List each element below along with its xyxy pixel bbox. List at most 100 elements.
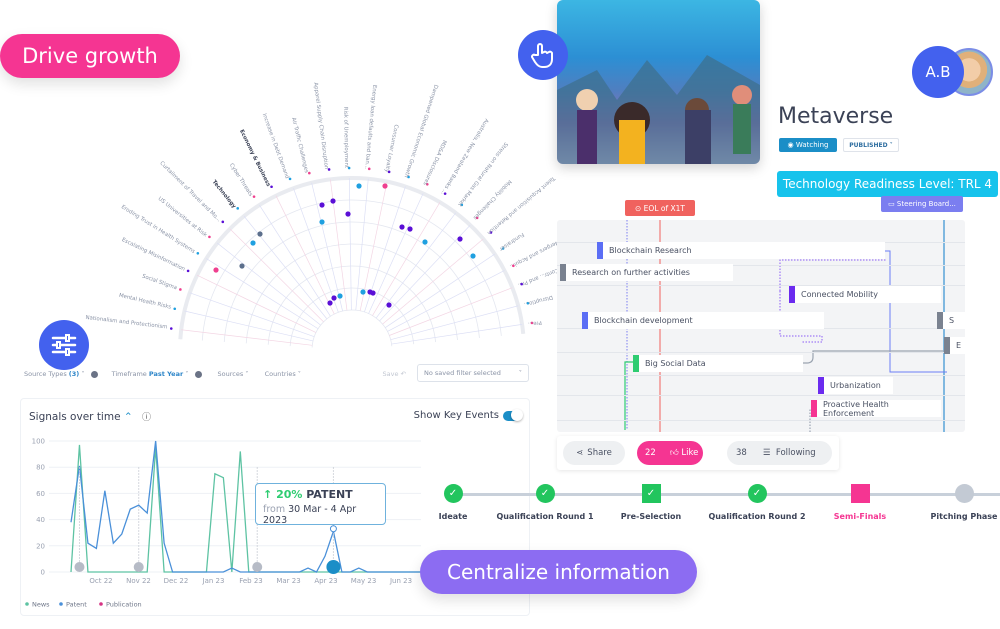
radar-signal-point [239, 263, 245, 269]
spoke-marker [236, 207, 240, 210]
radar-signal-point [345, 211, 351, 217]
gantt-row-divider [557, 420, 965, 421]
avatar-initials[interactable]: A.B [912, 46, 964, 98]
follow-button[interactable]: 38 ☰ Following [727, 441, 832, 465]
timeframe-filter[interactable]: Timeframe Past Year ˅ [112, 370, 189, 378]
stage-step[interactable]: Semi-Finals [810, 484, 910, 522]
radar-signal-point [370, 290, 376, 296]
signals-title: Signals over time ⌃ ⓘ [29, 411, 152, 423]
gantt-item-color-marker [597, 242, 603, 259]
gantt-item[interactable]: S [937, 312, 965, 329]
stage-step[interactable]: ✓ Qualification Round 2 [707, 484, 807, 522]
gantt-item-label: Big Social Data [645, 359, 706, 368]
stage-step[interactable]: ✓ Ideate [403, 484, 503, 522]
stage-step[interactable]: Pitching Phase [914, 484, 1000, 522]
save-filter-button[interactable]: Save ↶ [383, 370, 406, 378]
key-event-marker [133, 562, 144, 572]
gantt-item[interactable]: Blockchain development [582, 312, 824, 329]
gantt-item[interactable]: Blockchain Research [597, 242, 885, 259]
gantt-item-color-marker [582, 312, 588, 329]
share-button[interactable]: ⋖ Share [563, 441, 625, 465]
y-tick-label: 0 [41, 569, 45, 577]
stage-step[interactable]: ✓ Pre-Selection [601, 484, 701, 522]
stage-label: Ideate [438, 512, 468, 521]
gantt-item-label: E [956, 341, 962, 350]
radar-ring [223, 221, 480, 342]
spoke-label: MD&A Disclosures [421, 139, 447, 186]
tooltip-anchor-point [329, 525, 337, 533]
gantt-item-label: Blockchain Research [609, 246, 692, 255]
centralize-information-label: Centralize information [420, 550, 697, 594]
spoke-label: Talent Acquisition and Retention [486, 174, 557, 235]
spoke-label: Stress on Natural Gas Market [456, 141, 508, 208]
gantt-item[interactable]: Proactive Health Enforcement [811, 399, 941, 418]
stage-label: Pre-Selection [620, 512, 682, 521]
info-icon[interactable]: ⓘ [142, 413, 151, 423]
spoke-label: Fundraiser [497, 231, 525, 252]
trl-badge: Technology Readiness Level: TRL 4 [777, 171, 998, 197]
show-key-events-toggle[interactable] [503, 409, 523, 421]
gantt-item-color-marker [818, 377, 824, 394]
gantt-item[interactable]: Urbanization [818, 377, 893, 394]
radar-signal-point [399, 224, 405, 230]
radar-signal-point [360, 289, 366, 295]
gantt-item-color-marker [811, 400, 817, 417]
gantt-item-color-marker [944, 337, 950, 354]
legend-swatch [99, 602, 103, 606]
gantt-item-label: Proactive Health Enforcement [823, 399, 889, 418]
countries-filter[interactable]: Countries ˅ [265, 370, 302, 378]
spoke-marker [186, 269, 190, 273]
radar-signal-point [382, 183, 388, 189]
radar-signal-point [356, 183, 362, 189]
radar-signal-point [327, 300, 333, 306]
gantt-item[interactable]: Research on further activities [560, 264, 733, 281]
watching-button[interactable]: ◉ Watching [779, 138, 837, 152]
gantt-item[interactable]: Connected Mobility [789, 286, 941, 303]
legend-swatch [59, 602, 63, 606]
x-tick-label: May 23 [351, 577, 377, 585]
radar-signal-point [250, 240, 256, 246]
key-event-marker [252, 562, 263, 572]
clear-timeframe-icon[interactable] [194, 370, 202, 378]
milestone-eol-x1t[interactable]: ⊙ EOL of X1T [625, 200, 695, 216]
radar-signal-point [422, 239, 428, 245]
collapse-chevron-icon[interactable]: ⌃ [124, 411, 133, 423]
gantt-item-color-marker [560, 264, 566, 281]
radar-signal-point [319, 202, 325, 208]
thumbs-up-icon: 👍︎ [669, 448, 679, 458]
share-icon: ⋖ [576, 448, 584, 458]
radar-ring [245, 243, 458, 344]
milestone-steering-board[interactable]: ▭ Steering Board... [881, 196, 963, 212]
status-dropdown[interactable]: PUBLISHED ˅ [843, 138, 899, 152]
trend-up-icon: ↑ [263, 488, 273, 501]
gantt-item[interactable]: Big Social Data [633, 355, 803, 372]
metaverse-cover-image [557, 0, 760, 164]
spoke-marker [288, 177, 292, 181]
gantt-item-label: Urbanization [830, 381, 881, 390]
stage-step[interactable]: ✓ Qualification Round 1 [495, 484, 595, 522]
saved-filter-select[interactable]: No saved filter selected ˅ [417, 364, 529, 382]
spoke-label: Technology [211, 179, 237, 210]
spoke-marker [173, 307, 177, 311]
radar-ring [201, 199, 502, 341]
gantt-item[interactable]: E [944, 337, 965, 354]
spoke-label: Curtailment of Travel and Mo... [158, 160, 221, 223]
chart-tooltip: ↑ 20% PATENT from 30 Mar - 4 Apr 2023 [255, 483, 386, 526]
legend-label: Publication [106, 601, 142, 609]
source-types-filter[interactable]: Source Types (3) ˅ [24, 370, 85, 378]
like-count: 22 [645, 448, 656, 458]
legend-swatch [25, 602, 29, 606]
stage-progress: ✓ Ideate ✓ Qualification Round 1 ✓ Pre-Select… [420, 480, 1000, 540]
check-icon: ✓ [747, 484, 767, 503]
radar-signal-point [331, 295, 337, 301]
radar-ring [267, 265, 437, 345]
radar-signal-point [457, 236, 463, 242]
y-tick-label: 80 [36, 464, 45, 472]
spoke-marker [179, 288, 182, 291]
clear-source-types-icon[interactable] [90, 370, 98, 378]
spoke-label: Increase in Debt Demand [261, 113, 290, 180]
like-button[interactable]: 22 👍︎ Like [637, 441, 703, 465]
sources-filter[interactable]: Sources ˅ [218, 370, 249, 378]
radar-signal-point [470, 253, 476, 259]
radar-spoke [372, 202, 441, 316]
